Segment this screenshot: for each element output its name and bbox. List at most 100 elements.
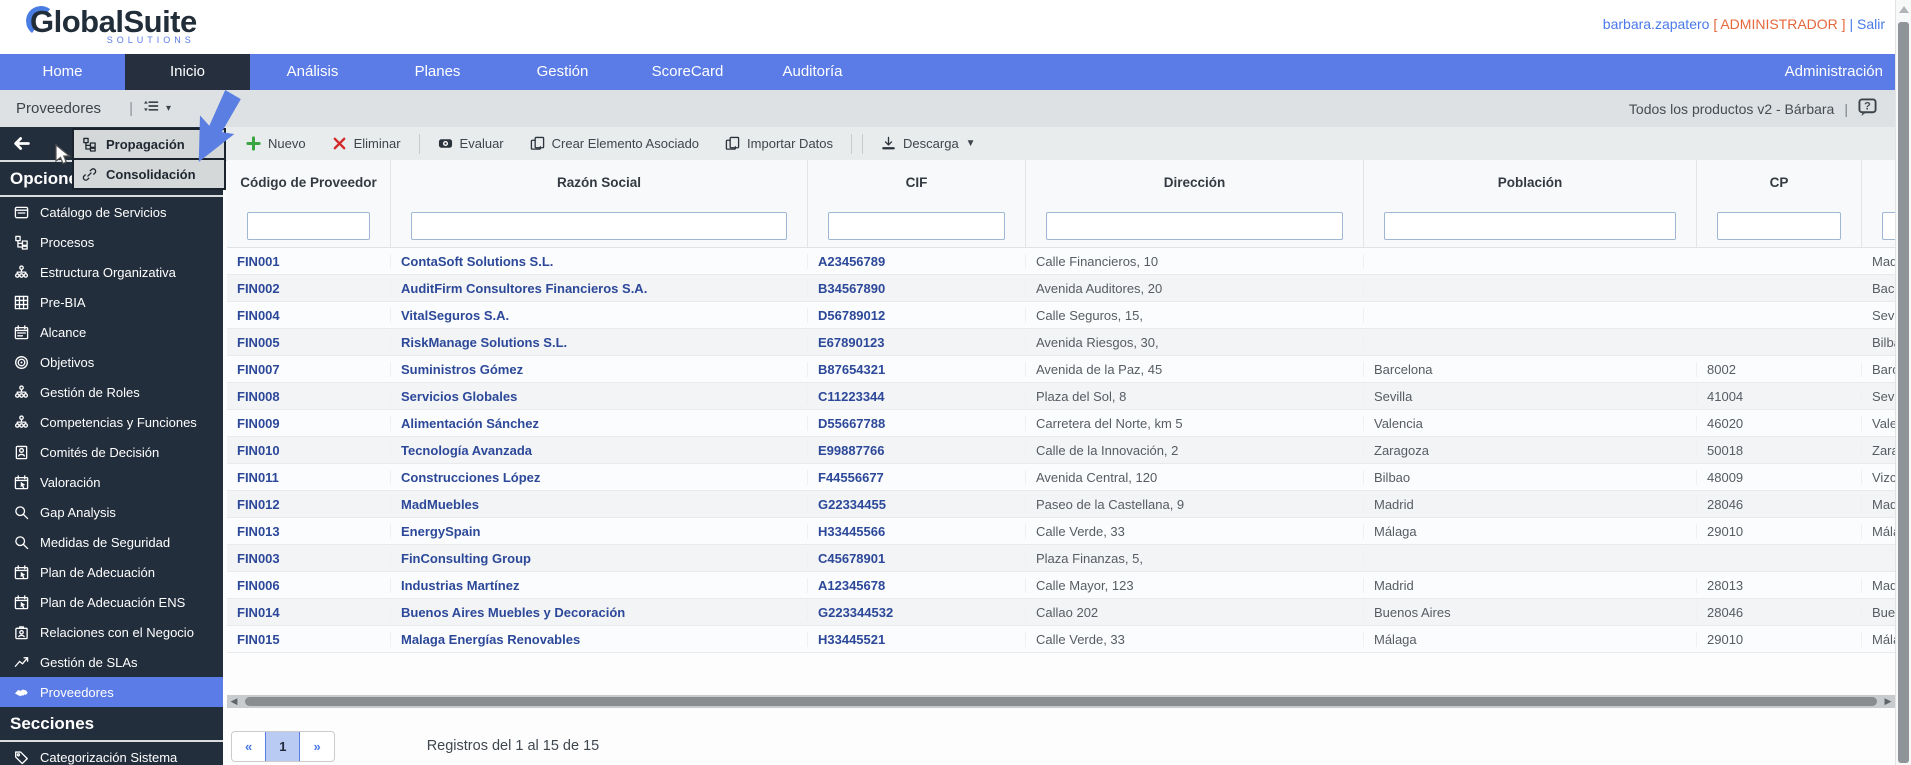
cell-cif[interactable]: D56789012 (808, 307, 1026, 323)
cell-cif[interactable]: A12345678 (808, 577, 1026, 593)
cell-codigo[interactable]: FIN007 (227, 361, 391, 377)
sidebar-item-medidas-de-seguridad[interactable]: Medidas de Seguridad (0, 527, 223, 557)
importar-datos-button[interactable]: Importar Datos (712, 127, 846, 160)
nuevo-button[interactable]: Nuevo (233, 127, 319, 160)
cell-razon-social[interactable]: Construcciones López (391, 469, 808, 485)
column-header-direccion[interactable]: Dirección (1026, 160, 1364, 205)
cell-cif[interactable]: B34567890 (808, 280, 1026, 296)
column-header-provincia[interactable] (1862, 160, 1895, 205)
cell-codigo[interactable]: FIN004 (227, 307, 391, 323)
table-row[interactable]: FIN009 Alimentación Sánchez D55667788 Carre… (227, 410, 1895, 437)
sidebar-item-comit-s-de-decisi-n[interactable]: Comités de Decisión (0, 437, 223, 467)
filter-input-cp[interactable] (1717, 212, 1841, 240)
tab-gestión[interactable]: Gestión (500, 54, 625, 90)
sidebar-item-plan-de-adecuaci-n[interactable]: Plan de Adecuación (0, 557, 223, 587)
cell-codigo[interactable]: FIN014 (227, 604, 391, 620)
cell-razon-social[interactable]: Malaga Energías Renovables (391, 631, 808, 647)
table-row[interactable]: FIN010 Tecnología Avanzada E99887766 Calle … (227, 437, 1895, 464)
table-row[interactable]: FIN007 Suministros Gómez B87654321 Avenida … (227, 356, 1895, 383)
logout-link[interactable]: Salir (1857, 16, 1885, 32)
globalsuite-logo[interactable]: GlobalSuite SOLUTIONS (24, 4, 197, 45)
sidebar-item-procesos[interactable]: Procesos (0, 227, 223, 257)
sidebar-item-gesti-n-de-roles[interactable]: Gestión de Roles (0, 377, 223, 407)
sidebar-item-relaciones-con-el-negocio[interactable]: Relaciones con el Negocio (0, 617, 223, 647)
cell-codigo[interactable]: FIN012 (227, 496, 391, 512)
cell-cif[interactable]: G22334455 (808, 496, 1026, 512)
menu-item-propagaci-n[interactable]: Propagación (74, 130, 224, 158)
sidebar-item-objetivos[interactable]: Objetivos (0, 347, 223, 377)
cell-cif[interactable]: H33445566 (808, 523, 1026, 539)
cell-razon-social[interactable]: RiskManage Solutions S.L. (391, 334, 808, 350)
sidebar-item-competencias-y-funciones[interactable]: Competencias y Funciones (0, 407, 223, 437)
vertical-scroll-thumb[interactable] (1898, 22, 1909, 763)
cell-cif[interactable]: A23456789 (808, 253, 1026, 269)
vertical-scrollbar[interactable] (1895, 0, 1911, 765)
cell-codigo[interactable]: FIN009 (227, 415, 391, 431)
cell-razon-social[interactable]: AuditFirm Consultores Financieros S.A. (391, 280, 808, 296)
cell-cif[interactable]: C45678901 (808, 550, 1026, 566)
sidebar-item-plan-de-adecuaci-n-ens[interactable]: Plan de Adecuación ENS (0, 587, 223, 617)
cell-razon-social[interactable]: VitalSeguros S.A. (391, 307, 808, 323)
sidebar-item-categorizaci-n-sistema[interactable]: Categorización Sistema (0, 742, 223, 765)
tab-administracion[interactable]: Administración (1757, 54, 1911, 90)
cell-razon-social[interactable]: Industrias Martínez (391, 577, 808, 593)
page-number-button[interactable]: 1 (265, 731, 301, 761)
column-header-cif[interactable]: CIF (808, 160, 1026, 205)
cell-codigo[interactable]: FIN001 (227, 253, 391, 269)
cell-razon-social[interactable]: Servicios Globales (391, 388, 808, 404)
filter-input-direccion[interactable] (1046, 212, 1343, 240)
sidebar-item-valoraci-n[interactable]: Valoración (0, 467, 223, 497)
sidebar-item-gap-analysis[interactable]: Gap Analysis (0, 497, 223, 527)
cell-codigo[interactable]: FIN013 (227, 523, 391, 539)
table-row[interactable]: FIN013 EnergySpain H33445566 Calle Verde, 3… (227, 518, 1895, 545)
table-row[interactable]: FIN002 AuditFirm Consultores Financieros … (227, 275, 1895, 302)
table-row[interactable]: FIN005 RiskManage Solutions S.L. E67890123… (227, 329, 1895, 356)
filter-input-provincia[interactable] (1881, 212, 1895, 240)
cell-cif[interactable]: H33445521 (808, 631, 1026, 647)
cell-codigo[interactable]: FIN005 (227, 334, 391, 350)
cell-cif[interactable]: E99887766 (808, 442, 1026, 458)
cell-codigo[interactable]: FIN006 (227, 577, 391, 593)
cell-cif[interactable]: D55667788 (808, 415, 1026, 431)
filter-input-cif[interactable] (828, 212, 1005, 240)
cell-cif[interactable]: B87654321 (808, 361, 1026, 377)
table-row[interactable]: FIN001 ContaSoft Solutions S.L. A23456789 C… (227, 248, 1895, 275)
sidebar-item-cat-logo-de-servicios[interactable]: Catálogo de Servicios (0, 197, 223, 227)
column-header-codigo[interactable]: Código de Proveedor (227, 160, 391, 205)
cell-razon-social[interactable]: Suministros Gómez (391, 361, 808, 377)
sidebar-item-pre-bia[interactable]: Pre-BIA (0, 287, 223, 317)
table-row[interactable]: FIN008 Servicios Globales C11223344 Plaza d… (227, 383, 1895, 410)
table-row[interactable]: FIN014 Buenos Aires Muebles y Decoración G… (227, 599, 1895, 626)
sidebar-item-alcance[interactable]: Alcance (0, 317, 223, 347)
eliminar-button[interactable]: Eliminar (319, 127, 414, 160)
crear-elemento-asociado-button[interactable]: Crear Elemento Asociado (517, 127, 712, 160)
cell-codigo[interactable]: FIN008 (227, 388, 391, 404)
filter-input-razon-social[interactable] (411, 212, 787, 240)
tab-home[interactable]: Home (0, 54, 125, 90)
sidebar-item-gesti-n-de-slas[interactable]: Gestión de SLAs (0, 647, 223, 677)
cell-cif[interactable]: E67890123 (808, 334, 1026, 350)
tab-planes[interactable]: Planes (375, 54, 500, 90)
menu-item-consolidaci-n[interactable]: Consolidación (74, 160, 224, 188)
scroll-up-arrow-icon[interactable] (1899, 6, 1909, 13)
descarga-button[interactable]: Descarga ▼ (868, 127, 989, 160)
cell-codigo[interactable]: FIN011 (227, 469, 391, 485)
scroll-left-arrow-icon[interactable]: ◀ (227, 695, 241, 708)
table-row[interactable]: FIN011 Construcciones López F44556677 Aveni… (227, 464, 1895, 491)
cell-razon-social[interactable]: Buenos Aires Muebles y Decoración (391, 604, 808, 620)
cell-cif[interactable]: C11223344 (808, 388, 1026, 404)
view-options-icon[interactable] (143, 99, 159, 119)
filter-input-poblacion[interactable] (1384, 212, 1676, 240)
tab-scorecard[interactable]: ScoreCard (625, 54, 750, 90)
table-row[interactable]: FIN004 VitalSeguros S.A. D56789012 Calle Se… (227, 302, 1895, 329)
table-row[interactable]: FIN006 Industrias Martínez A12345678 Calle … (227, 572, 1895, 599)
tab-análisis[interactable]: Análisis (250, 54, 375, 90)
tab-auditoría[interactable]: Auditoría (750, 54, 875, 90)
horizontal-scroll-thumb[interactable] (245, 697, 1877, 706)
column-header-cp[interactable]: CP (1697, 160, 1862, 205)
sidebar-item-estructura-organizativa[interactable]: Estructura Organizativa (0, 257, 223, 287)
sidebar-item-proveedores[interactable]: Proveedores (0, 677, 223, 707)
filter-input-codigo[interactable] (247, 212, 370, 240)
evaluar-button[interactable]: Evaluar (425, 127, 517, 160)
table-row[interactable]: FIN012 MadMuebles G22334455 Paseo de la Cas… (227, 491, 1895, 518)
